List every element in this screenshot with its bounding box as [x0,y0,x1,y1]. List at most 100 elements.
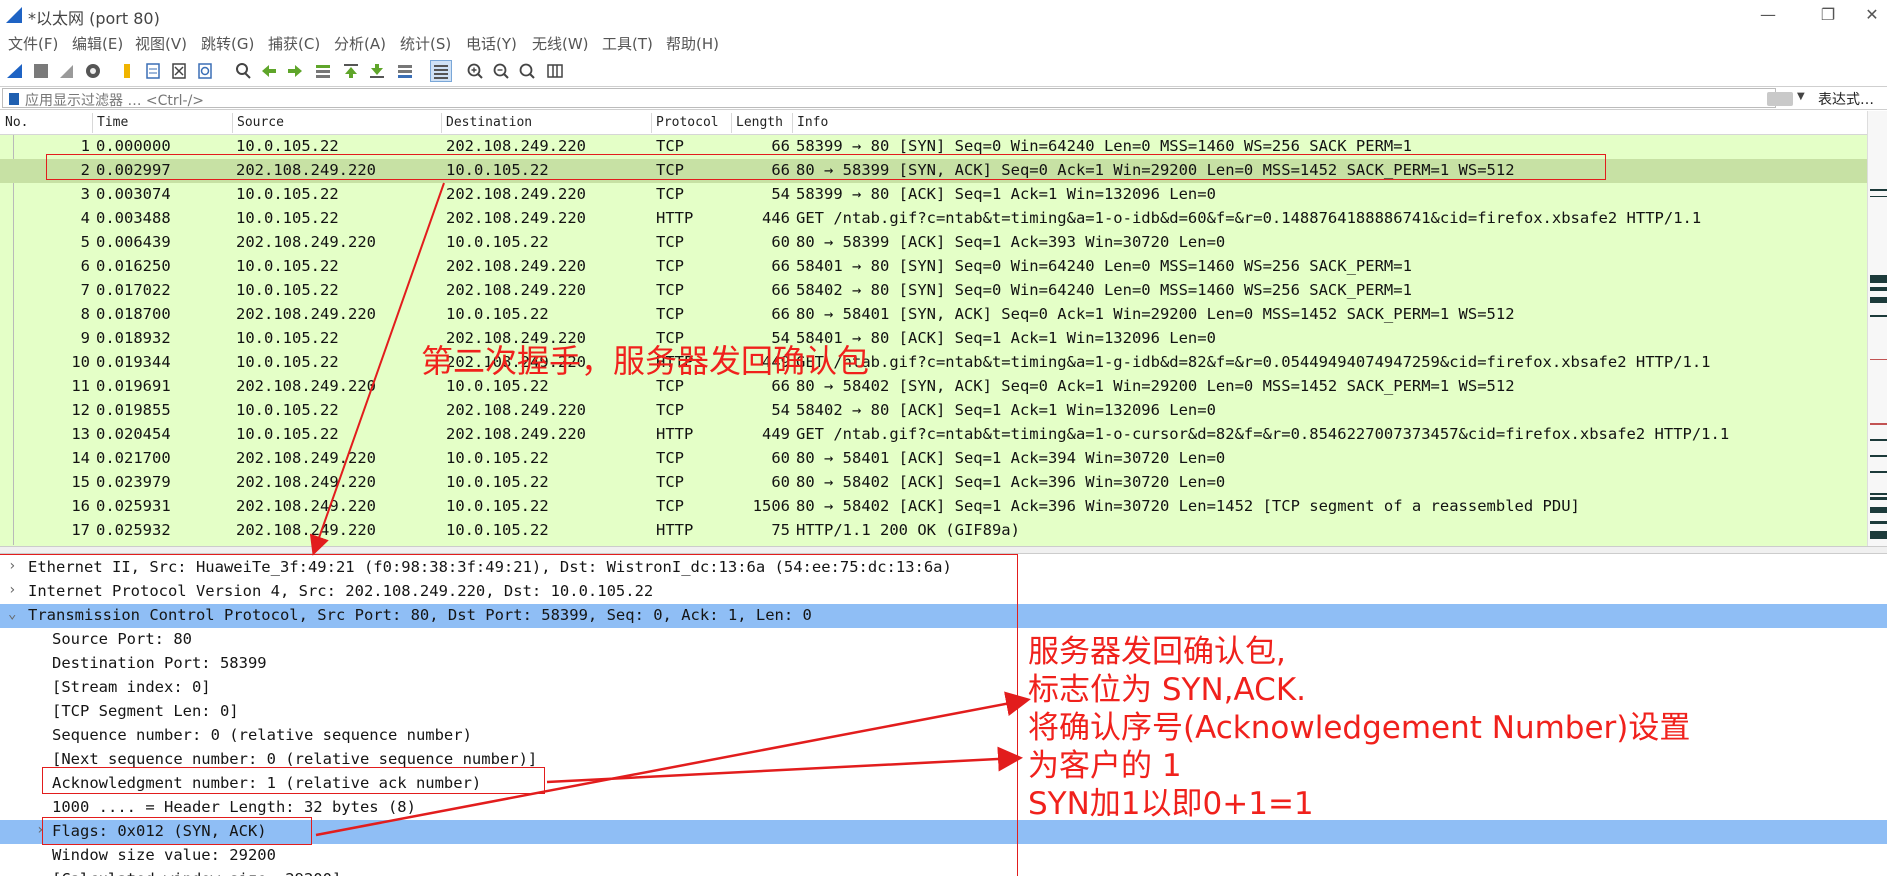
packet-row[interactable]: 8 0.018700 202.108.249.220 10.0.105.22 TCP 66… [0,303,1867,327]
packet-time: 0.019855 [96,401,171,419]
packet-source: 10.0.105.22 [236,353,339,371]
stop-icon[interactable] [30,60,52,82]
packet-no: 3 [80,185,90,203]
column-header-info[interactable]: Info [797,115,828,130]
packet-source: 202.108.249.220 [236,497,376,515]
packet-list-header: No. Time Source Destination Protocol Len… [0,111,1867,135]
menu-statistics[interactable]: 统计(S) [400,33,451,54]
apply-filter-button[interactable] [1767,92,1793,106]
packet-row[interactable]: 7 0.017022 10.0.105.22 202.108.249.220 TCP 66… [0,279,1867,303]
autoscroll-icon[interactable] [394,60,416,82]
packet-destination: 202.108.249.220 [446,137,586,155]
packet-row[interactable]: 10 0.019344 10.0.105.22 202.108.249.220 HTTP… [0,351,1867,375]
display-filter-bar: 应用显示过滤器 … <Ctrl-/> ▼ 表达式… [0,86,1887,110]
packet-no: 16 [71,497,90,515]
packet-no: 8 [80,305,90,323]
column-header-protocol[interactable]: Protocol [656,115,719,130]
column-header-source[interactable]: Source [237,115,284,130]
packet-destination: 202.108.249.220 [446,257,586,275]
column-header-no[interactable]: No. [5,115,28,130]
packet-length: 66 [771,305,790,323]
menu-bar: 文件(F) 编辑(E) 视图(V) 跳转(G) 捕获(C) 分析(A) 统计(S… [0,30,1887,56]
forward-icon[interactable] [284,60,306,82]
zoom-in-icon[interactable] [464,60,486,82]
menu-telephony[interactable]: 电话(Y) [466,33,517,54]
display-filter-input[interactable]: 应用显示过滤器 … <Ctrl-/> ▼ [2,88,1805,109]
zoom-out-icon[interactable] [490,60,512,82]
menu-file[interactable]: 文件(F) [8,33,58,54]
handshake-note: 第二次握手，服务器发回确认包 [421,342,870,380]
last-icon[interactable] [366,60,388,82]
packet-source: 202.108.249.220 [236,305,376,323]
packet-row[interactable]: 12 0.019855 10.0.105.22 202.108.249.220 TCP 5… [0,399,1867,423]
packet-time: 0.025931 [96,497,171,515]
packet-info: GET /ntab.gif?c=ntab&t=timing&a=1-o-curs… [796,425,1730,443]
packet-row[interactable]: 11 0.019691 202.108.249.220 10.0.105.22 TCP 6… [0,375,1867,399]
menu-view[interactable]: 视图(V) [135,33,187,54]
packet-info: 80 → 58401 [ACK] Seq=1 Ack=394 Win=30720… [796,449,1226,467]
packet-length: 66 [771,281,790,299]
chevron-down-icon[interactable]: ▼ [1797,91,1805,102]
menu-help[interactable]: 帮助(H) [666,33,719,54]
packet-protocol: TCP [656,401,684,419]
packet-time: 0.025932 [96,521,171,539]
packet-minimap-scrollbar[interactable] [1867,111,1887,546]
packet-no: 9 [80,329,90,347]
column-header-length[interactable]: Length [736,115,783,130]
main-toolbar [0,56,1887,88]
packet-info: 58399 → 80 [SYN] Seq=0 Win=64240 Len=0 M… [796,137,1412,155]
resize-columns-icon[interactable] [544,60,566,82]
bookmark-icon[interactable] [9,93,19,105]
packet-source: 202.108.249.220 [236,521,376,539]
pane-splitter[interactable] [0,546,1887,554]
packet-row[interactable]: 9 0.018932 10.0.105.22 202.108.249.220 TCP 54… [0,327,1867,351]
packet-row[interactable]: 13 0.020454 10.0.105.22 202.108.249.220 HTTP… [0,423,1867,447]
menu-wireless[interactable]: 无线(W) [532,33,589,54]
packet-destination: 202.108.249.220 [446,209,586,227]
close-button[interactable]: ✕ [1852,2,1887,28]
packet-row[interactable]: 17 0.025932 202.108.249.220 10.0.105.22 HTTP… [0,519,1867,543]
packet-time: 0.021700 [96,449,171,467]
zoom-reset-icon[interactable] [516,60,538,82]
packet-destination: 10.0.105.22 [446,521,549,539]
packet-time: 0.020454 [96,425,171,443]
minimize-button[interactable]: — [1748,2,1788,28]
file-icon[interactable] [142,60,164,82]
packet-destination: 10.0.105.22 [446,449,549,467]
packet-row[interactable]: 16 0.025931 202.108.249.220 10.0.105.22 TCP 1… [0,495,1867,519]
menu-edit[interactable]: 编辑(E) [72,33,123,54]
packet-row[interactable]: 4 0.003488 10.0.105.22 202.108.249.220 HTTP 4… [0,207,1867,231]
shark-start-icon[interactable] [4,60,26,82]
column-header-destination[interactable]: Destination [446,115,532,130]
colorize-icon[interactable] [430,60,452,82]
expression-button[interactable]: 表达式… [1818,89,1874,109]
packet-row[interactable]: 5 0.006439 202.108.249.220 10.0.105.22 TCP 60… [0,231,1867,255]
options-icon[interactable] [82,60,104,82]
menu-tools[interactable]: 工具(T) [602,33,653,54]
packet-row[interactable]: 6 0.016250 10.0.105.22 202.108.249.220 TCP 66… [0,255,1867,279]
search-icon[interactable] [232,60,254,82]
column-header-time[interactable]: Time [97,115,128,130]
first-icon[interactable] [340,60,362,82]
menu-go[interactable]: 跳转(G) [201,33,254,54]
open-icon[interactable] [116,60,138,82]
restore-button[interactable]: ❐ [1808,2,1848,28]
packet-info: 58402 → 80 [SYN] Seq=0 Win=64240 Len=0 M… [796,281,1412,299]
menu-capture[interactable]: 捕获(C) [268,33,320,54]
annotation-line-5: SYN加1以即0+1=1 [1028,786,1314,822]
packet-row[interactable]: 15 0.023979 202.108.249.220 10.0.105.22 TCP 6… [0,471,1867,495]
packet-time: 0.016250 [96,257,171,275]
packet-protocol: TCP [656,281,684,299]
restart-icon[interactable] [56,60,78,82]
packet-row[interactable]: 14 0.021700 202.108.249.220 10.0.105.22 TCP 6… [0,447,1867,471]
packet-time: 0.003488 [96,209,171,227]
packet-row[interactable]: 3 0.003074 10.0.105.22 202.108.249.220 TCP 54… [0,183,1867,207]
menu-analyze[interactable]: 分析(A) [334,33,386,54]
wireshark-logo-icon [6,7,22,23]
goto-icon[interactable] [312,60,334,82]
back-icon[interactable] [258,60,280,82]
close-file-icon[interactable] [168,60,190,82]
packet-length: 75 [771,521,790,539]
reload-icon[interactable] [194,60,216,82]
packet-destination: 202.108.249.220 [446,185,586,203]
